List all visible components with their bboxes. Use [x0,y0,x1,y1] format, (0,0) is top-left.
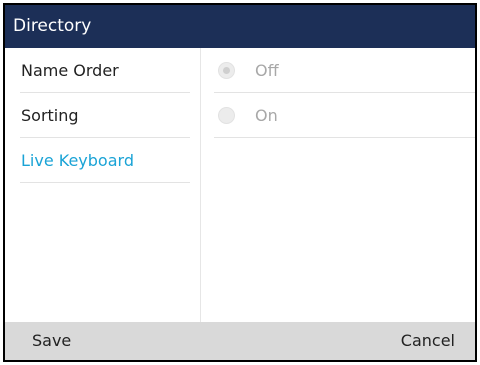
menu-item-live-keyboard[interactable]: Live Keyboard [20,138,190,183]
softkey-bar: Save Cancel [5,322,475,360]
radio-button-selected[interactable] [218,62,235,79]
menu-item-name-order[interactable]: Name Order [20,48,190,93]
option-on[interactable]: On [214,93,475,138]
menu-item-sorting[interactable]: Sorting [20,93,190,138]
page-title: Directory [5,5,475,48]
phone-screen: Directory Name Order Sorting Live Keyboa… [3,3,477,362]
settings-menu: Name Order Sorting Live Keyboard [5,48,201,322]
options-panel: Off On [201,48,475,322]
option-off[interactable]: Off [214,48,475,93]
option-label: Off [255,61,279,80]
cancel-button[interactable]: Cancel [401,322,455,360]
radio-dot-icon [223,67,230,74]
option-label: On [255,106,278,125]
radio-button[interactable] [218,107,235,124]
save-button[interactable]: Save [32,322,71,360]
